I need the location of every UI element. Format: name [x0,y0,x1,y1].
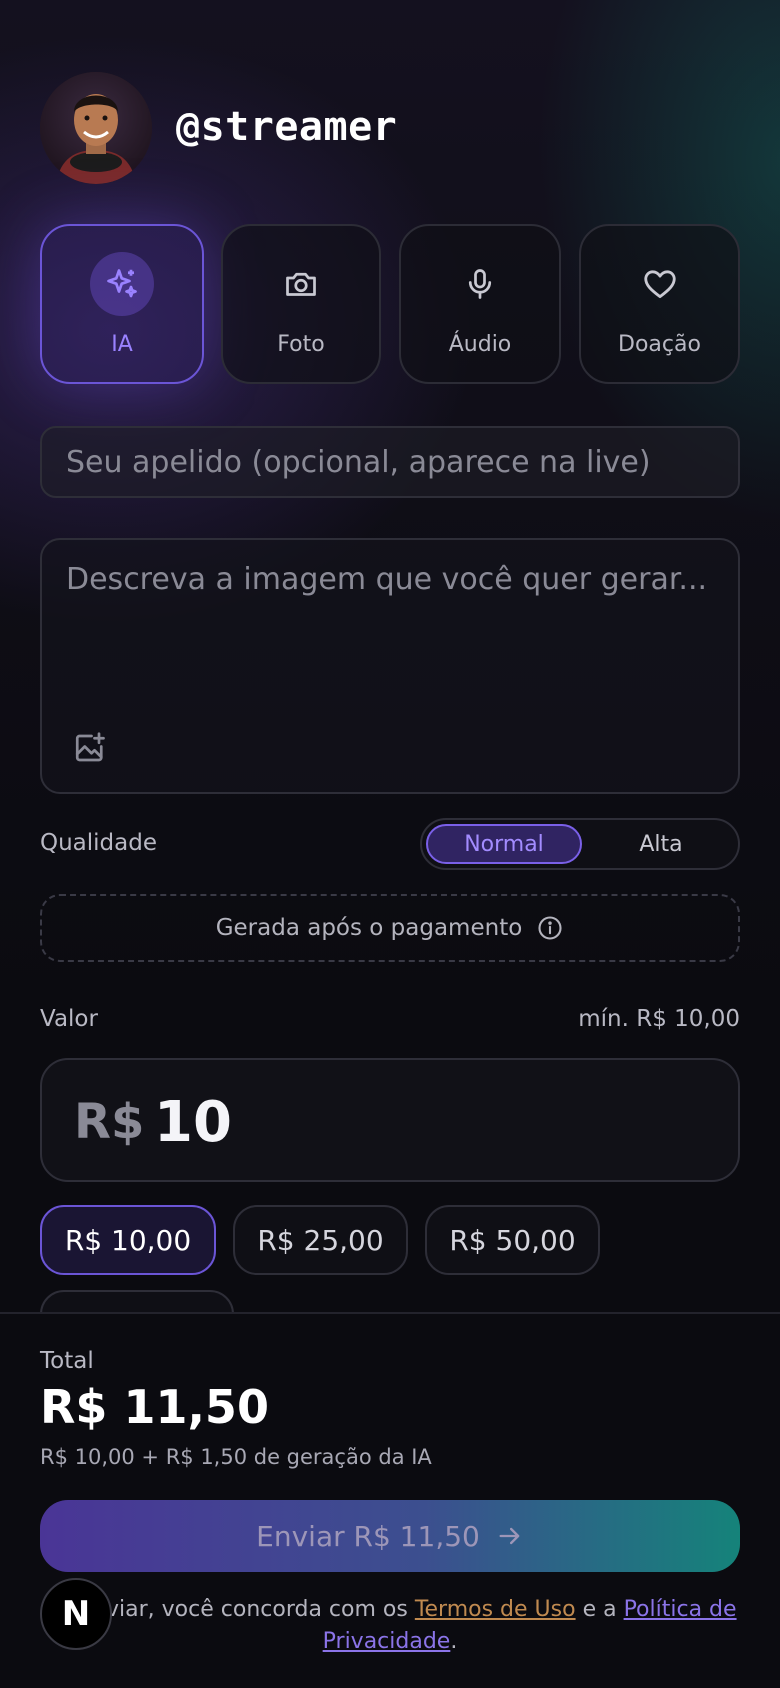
preset-50[interactable]: R$ 50,00 [425,1205,600,1275]
microphone-icon [448,252,512,316]
heart-icon [628,252,692,316]
n-badge-icon[interactable]: N [40,1578,112,1650]
prompt-textarea[interactable] [66,562,716,682]
streamer-handle: @streamer [176,104,398,150]
camera-icon [269,252,333,316]
tab-audio-label: Áudio [448,331,512,357]
total-breakdown: R$ 10,00 + R$ 1,50 de geração da IA [40,1445,432,1469]
tab-audio[interactable]: Áudio [399,224,561,384]
currency-symbol: R$ [74,1094,145,1150]
tab-doacao[interactable]: Doação [579,224,740,384]
amount-input[interactable]: R$ 10 [40,1058,740,1182]
prompt-box [40,538,740,794]
tab-foto-label: Foto [277,331,325,357]
tab-foto[interactable]: Foto [221,224,381,384]
nickname-input[interactable] [40,426,740,498]
generation-note-text: Gerada após o pagamento [215,915,523,941]
minimum-value: mín. R$ 10,00 [578,1006,740,1032]
quality-label: Qualidade [40,830,157,856]
arrow-right-icon [496,1522,524,1550]
generation-note: Gerada após o pagamento [40,894,740,962]
legal-suffix: . [450,1629,458,1654]
sparkles-icon [90,251,154,316]
quality-option-normal[interactable]: Normal [426,824,582,864]
tab-ia-label: IA [111,331,133,357]
amount-value[interactable]: 10 [154,1090,232,1155]
terms-link[interactable]: Termos de Uso [415,1597,576,1622]
image-add-icon[interactable] [72,730,108,766]
legal-middle: e a [575,1597,624,1622]
n-badge-letter: N [61,1594,91,1634]
send-button-label: Enviar R$ 11,50 [256,1519,480,1553]
tab-doacao-label: Doação [618,331,701,357]
preset-25[interactable]: R$ 25,00 [233,1205,408,1275]
quality-option-alta[interactable]: Alta [586,824,736,864]
legal-notice: Ao enviar, você concorda com os Termos d… [40,1594,740,1658]
avatar [40,72,152,184]
tab-ia[interactable]: IA [40,224,204,384]
total-value: R$ 11,50 [40,1380,269,1434]
send-button[interactable]: Enviar R$ 11,50 [40,1500,740,1572]
preset-10[interactable]: R$ 10,00 [40,1205,216,1275]
value-label: Valor [40,1006,98,1032]
info-icon[interactable] [536,914,564,942]
quality-toggle: Normal Alta [420,818,740,870]
total-label: Total [40,1348,94,1374]
